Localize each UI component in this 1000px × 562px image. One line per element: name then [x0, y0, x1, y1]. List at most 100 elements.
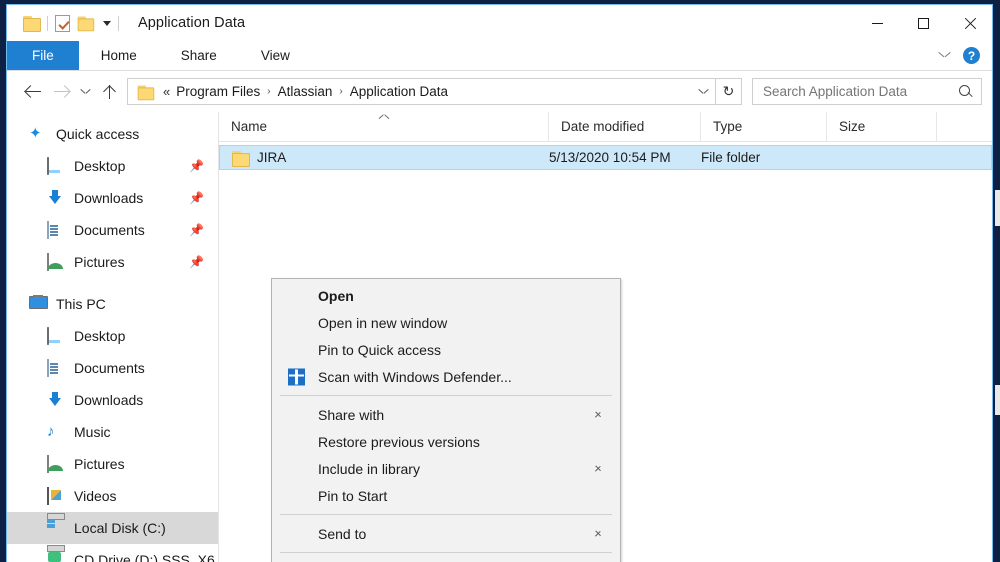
context-menu-item-label: Open in new window: [318, 314, 448, 331]
context-menu-separator: [280, 514, 612, 515]
context-menu-item-open-in-new-window[interactable]: Open in new window: [272, 309, 620, 336]
properties-icon[interactable]: [55, 14, 70, 32]
tab-file[interactable]: File: [7, 41, 79, 70]
breadcrumb-item-program-files[interactable]: Program Files: [176, 84, 260, 99]
context-menu-item-include-in-library[interactable]: Include in library: [272, 455, 620, 482]
column-header-size[interactable]: Size: [827, 111, 937, 142]
desktop-icon: [47, 157, 65, 175]
context-menu-item-label: Send to: [318, 525, 367, 542]
sidebar-item-videos[interactable]: Videos: [7, 480, 218, 512]
column-header-name[interactable]: Name: [219, 111, 549, 142]
window-controls: [854, 5, 992, 41]
sidebar-item-cd-drive-d[interactable]: CD Drive (D:) SSS_X6: [7, 544, 218, 562]
tab-home[interactable]: Home: [79, 41, 159, 70]
sidebar-item-quick-access[interactable]: ✦ Quick access: [7, 118, 218, 150]
pin-icon[interactable]: 📌: [189, 255, 204, 269]
explorer-folder-icon[interactable]: [23, 16, 41, 32]
context-menu-item-open[interactable]: Open: [272, 282, 620, 309]
forward-button[interactable]: [47, 77, 75, 107]
close-button[interactable]: [946, 5, 992, 41]
breadcrumb-bar[interactable]: « Program Files › Atlassian › Applicatio…: [127, 78, 716, 105]
file-date-cell: 5/13/2020 10:54 PM: [549, 150, 671, 165]
desktop-edge-artifact-2: [995, 385, 1000, 415]
context-menu-item-send-to[interactable]: Send to: [272, 520, 620, 547]
pin-icon[interactable]: 📌: [189, 191, 204, 205]
context-menu-separator: [280, 395, 612, 396]
context-menu-item-cut[interactable]: Cut: [272, 558, 620, 562]
this-pc-icon: [29, 296, 47, 312]
local-disk-icon: [47, 520, 65, 536]
context-menu-item-label: Pin to Start: [318, 487, 388, 504]
toolbar-separator: [47, 15, 48, 31]
sidebar-item-label: CD Drive (D:) SSS_X6: [74, 552, 215, 562]
sidebar-item-pc-documents[interactable]: Documents: [7, 352, 218, 384]
new-folder-icon[interactable]: [77, 16, 95, 32]
sidebar-item-label: Pictures: [74, 456, 125, 472]
column-header-date-modified[interactable]: Date modified: [549, 111, 701, 142]
sidebar-item-pc-downloads[interactable]: Downloads: [7, 384, 218, 416]
breadcrumb-overflow-icon[interactable]: «: [163, 84, 170, 99]
context-menu-item-pin-to-quick-access[interactable]: Pin to Quick access: [272, 336, 620, 363]
desktop-edge-artifact-1: [995, 190, 1000, 226]
search-box[interactable]: [752, 78, 982, 105]
desktop-background: Application Data File Home Share View ?: [0, 0, 1000, 562]
address-dropdown-icon[interactable]: [691, 79, 715, 104]
chevron-right-icon: [596, 528, 603, 539]
context-menu-item-pin-to-start[interactable]: Pin to Start: [272, 482, 620, 509]
context-menu-item-label: Pin to Quick access: [318, 341, 441, 358]
sidebar-item-music[interactable]: ♪ Music: [7, 416, 218, 448]
breadcrumb-separator-1[interactable]: ›: [267, 86, 270, 97]
music-icon: ♪: [47, 423, 55, 440]
quick-access-toolbar: Application Data: [7, 14, 246, 32]
context-menu-item-label: Scan with Windows Defender...: [318, 368, 512, 385]
maximize-button[interactable]: [900, 5, 946, 41]
table-row[interactable]: JIRA 5/13/2020 10:54 PM File folder: [219, 145, 992, 170]
refresh-button[interactable]: ↻: [716, 78, 742, 105]
file-name-cell: JIRA: [220, 146, 549, 169]
column-header-type[interactable]: Type: [701, 111, 827, 142]
file-explorer-window: Application Data File Home Share View ?: [6, 4, 993, 562]
context-menu-item-scan-with-windows-defender[interactable]: Scan with Windows Defender...: [272, 363, 620, 390]
sidebar-item-label: Local Disk (C:): [74, 520, 166, 536]
minimize-button[interactable]: [854, 5, 900, 41]
search-input[interactable]: [763, 84, 959, 99]
sidebar-item-downloads[interactable]: Downloads 📌: [7, 182, 218, 214]
context-menu-item-share-with[interactable]: Share with: [272, 401, 620, 428]
pin-icon[interactable]: 📌: [189, 223, 204, 237]
recent-locations-button[interactable]: [75, 77, 95, 107]
pin-icon[interactable]: 📌: [189, 159, 204, 173]
back-button[interactable]: [19, 77, 47, 107]
context-menu-item-restore-previous-versions[interactable]: Restore previous versions: [272, 428, 620, 455]
sidebar-item-label: Videos: [74, 488, 117, 504]
breadcrumb-separator-2[interactable]: ›: [339, 86, 342, 97]
sidebar-item-pictures[interactable]: Pictures 📌: [7, 246, 218, 278]
up-button[interactable]: [95, 77, 123, 107]
context-menu: Open Open in new window Pin to Quick acc…: [271, 278, 621, 562]
window-title: Application Data: [138, 15, 246, 31]
sidebar-item-label: Documents: [74, 360, 145, 376]
breadcrumb-item-atlassian[interactable]: Atlassian: [278, 84, 333, 99]
context-menu-item-label: Open: [318, 287, 354, 304]
sidebar-item-documents[interactable]: Documents 📌: [7, 214, 218, 246]
sidebar-item-this-pc[interactable]: This PC: [7, 288, 218, 320]
help-icon[interactable]: ?: [963, 47, 980, 64]
breadcrumb-folder-icon: [137, 85, 155, 100]
sidebar-item-pc-pictures[interactable]: Pictures: [7, 448, 218, 480]
sidebar-item-label: Downloads: [74, 392, 144, 408]
search-icon[interactable]: [959, 84, 973, 99]
cd-drive-icon: [47, 552, 65, 562]
ribbon-right-controls: ?: [939, 41, 992, 70]
tab-share[interactable]: Share: [159, 41, 239, 70]
sidebar-item-label: Documents: [74, 222, 145, 238]
sidebar-item-local-disk-c[interactable]: Local Disk (C:): [7, 512, 218, 544]
context-menu-item-label: Share with: [318, 406, 385, 423]
sidebar-item-pc-desktop[interactable]: Desktop: [7, 320, 218, 352]
column-header-label: Name: [231, 119, 268, 134]
breadcrumb-item-application-data[interactable]: Application Data: [350, 84, 448, 99]
chevron-down-icon[interactable]: [939, 52, 950, 59]
sidebar-item-desktop[interactable]: Desktop 📌: [7, 150, 218, 182]
windows-defender-icon: [288, 368, 305, 385]
sidebar-item-label: This PC: [56, 296, 106, 312]
customize-qat-icon[interactable]: [103, 20, 111, 26]
tab-view[interactable]: View: [239, 41, 312, 70]
